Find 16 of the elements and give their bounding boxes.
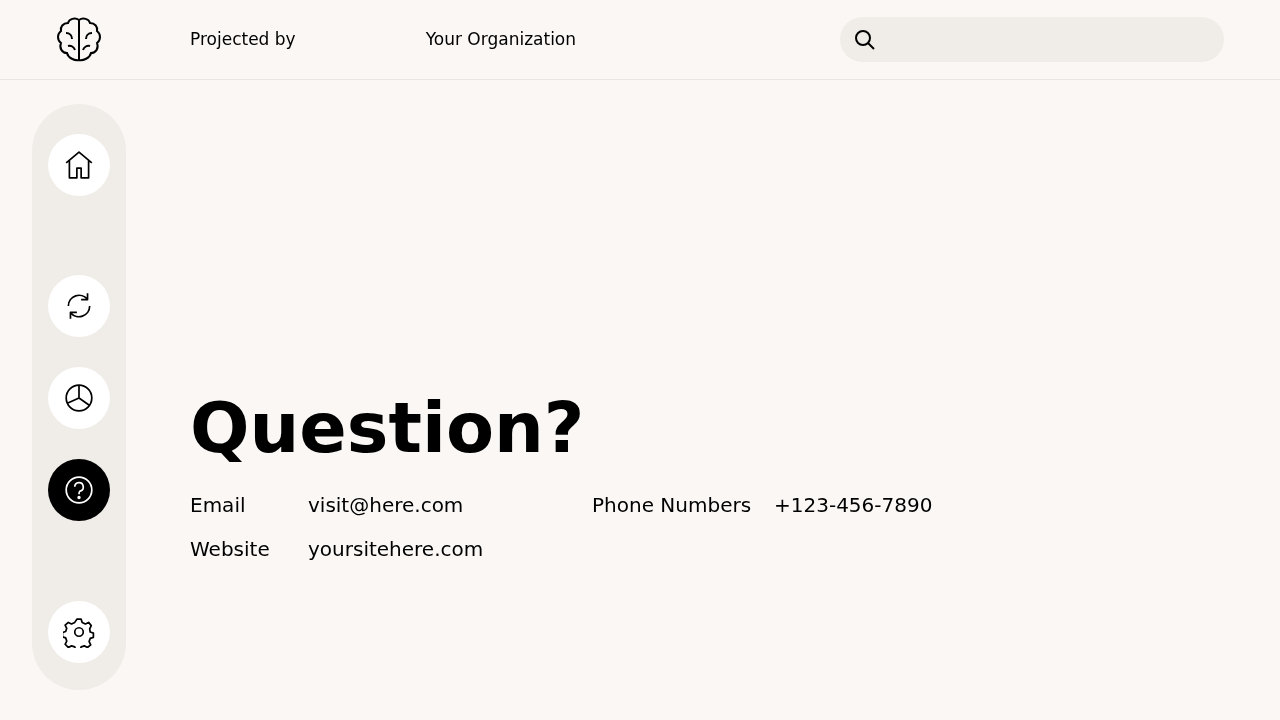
contact-label: Phone Numbers bbox=[592, 492, 753, 519]
contact-label: Website bbox=[190, 536, 271, 563]
contact-value: yoursitehere.com bbox=[308, 536, 485, 563]
search-icon bbox=[854, 28, 876, 51]
brain-logo-icon bbox=[56, 15, 102, 64]
help-icon bbox=[63, 474, 95, 506]
organization-name: Your Organization bbox=[425, 27, 577, 51]
projected-by-label: Projected by bbox=[190, 27, 296, 51]
page-title: Question? bbox=[190, 386, 586, 470]
search-field[interactable] bbox=[840, 17, 1224, 62]
contact-label: Email bbox=[190, 492, 247, 519]
gear-icon bbox=[63, 616, 95, 648]
contact-value: visit@here.com bbox=[308, 492, 465, 519]
pie-chart-icon bbox=[63, 382, 95, 414]
contact-value: +123-456-7890 bbox=[774, 492, 933, 519]
home-icon bbox=[63, 149, 95, 181]
